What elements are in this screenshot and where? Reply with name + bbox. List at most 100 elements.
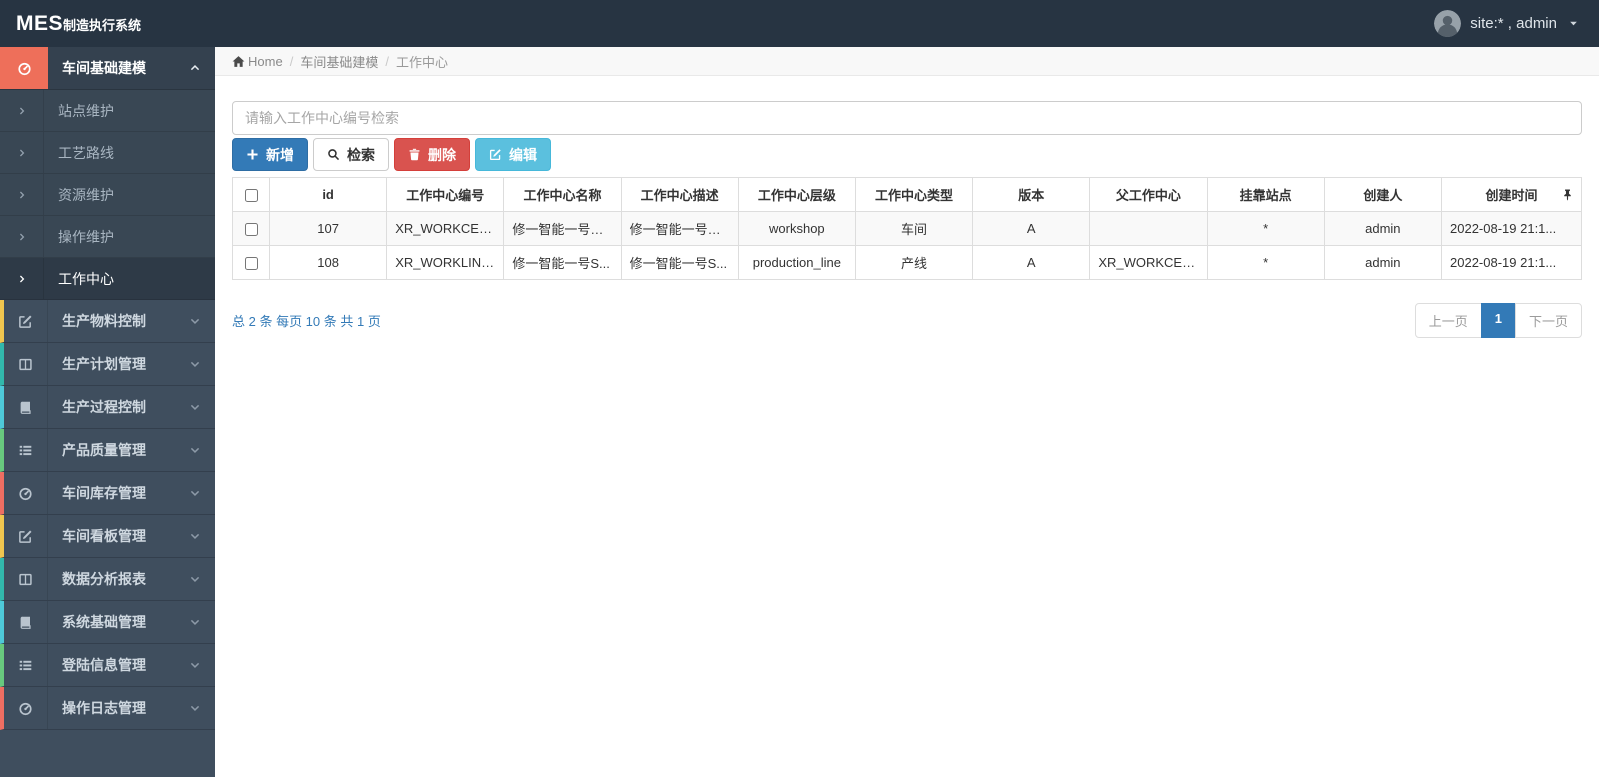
- caret-down-icon: [1568, 18, 1579, 29]
- sidebar-subitem-process-route[interactable]: 工艺路线: [0, 132, 215, 174]
- sidebar-item-plan-management[interactable]: 生产计划管理: [0, 343, 215, 386]
- sidebar-item-label: 车间基础建模: [62, 60, 146, 76]
- sidebar: 车间基础建模 站点维护 工艺路线 资源维护 操作维护 工作中心 生产物料控制 生…: [0, 47, 215, 777]
- chevron-down-icon: [189, 530, 201, 542]
- chevron-down-icon: [189, 487, 201, 499]
- sidebar-item-workshop-modeling[interactable]: 车间基础建模: [0, 47, 215, 90]
- chevron-up-icon: [189, 62, 201, 74]
- work-center-table: id 工作中心编号 工作中心名称 工作中心描述 工作中心层级 工作中心类型 版本…: [232, 177, 1582, 280]
- user-menu[interactable]: site:* , admin: [1434, 10, 1579, 37]
- table-header-row: id 工作中心编号 工作中心名称 工作中心描述 工作中心层级 工作中心类型 版本…: [232, 177, 1582, 212]
- topbar: MES 制造执行系统 site:* , admin: [0, 0, 1599, 47]
- cell-creator: admin: [1323, 211, 1443, 246]
- cell-creator: admin: [1323, 245, 1443, 280]
- chevron-down-icon: [189, 616, 201, 628]
- main-area: Home / 车间基础建模 / 工作中心 新增 检索 删除: [215, 47, 1599, 777]
- sidebar-subitem-label: 资源维护: [58, 186, 114, 203]
- breadcrumb-home[interactable]: Home: [248, 54, 283, 69]
- column-header-creator: 创建人: [1323, 177, 1443, 212]
- cell-type: 车间: [854, 211, 974, 246]
- gauge-icon: [4, 687, 48, 729]
- chevron-down-icon: [189, 358, 201, 370]
- sidebar-item-label: 数据分析报表: [62, 571, 146, 587]
- plus-icon: [246, 148, 259, 161]
- sidebar-subitem-work-center[interactable]: 工作中心: [0, 258, 215, 300]
- user-avatar: [1434, 10, 1462, 37]
- search-button-label: 检索: [347, 146, 375, 163]
- sidebar-item-material-control[interactable]: 生产物料控制: [0, 300, 215, 343]
- sidebar-item-inventory-management[interactable]: 车间库存管理: [0, 472, 215, 515]
- column-header-name: 工作中心名称: [503, 177, 622, 212]
- sidebar-item-process-control[interactable]: 生产过程控制: [0, 386, 215, 429]
- sidebar-item-data-reports[interactable]: 数据分析报表: [0, 558, 215, 601]
- cell-level: workshop: [737, 211, 856, 246]
- search-input[interactable]: [232, 101, 1582, 135]
- breadcrumb: Home / 车间基础建模 / 工作中心: [215, 47, 1599, 76]
- toolbar: 新增 检索 删除 编辑: [232, 138, 1582, 171]
- column-header-create-time: 创建时间: [1441, 177, 1582, 212]
- sidebar-item-login-info-management[interactable]: 登陆信息管理: [0, 644, 215, 687]
- chevron-down-icon: [189, 659, 201, 671]
- app-logo[interactable]: MES 制造执行系统: [16, 12, 141, 36]
- column-header-code: 工作中心编号: [386, 177, 505, 212]
- cell-description: 修一智能一号S...: [620, 245, 739, 280]
- select-all-checkbox[interactable]: [244, 189, 258, 203]
- sidebar-subitem-label: 操作维护: [58, 228, 114, 245]
- sidebar-subitem-label: 工作中心: [58, 270, 114, 287]
- sidebar-item-system-management[interactable]: 系统基础管理: [0, 601, 215, 644]
- column-header-create-time-label: 创建时间: [1485, 188, 1538, 203]
- breadcrumb-workshop-modeling[interactable]: 车间基础建模: [300, 52, 378, 71]
- row-checkbox[interactable]: [244, 223, 258, 237]
- breadcrumb-separator: /: [385, 53, 389, 69]
- brand-mes: MES: [16, 11, 64, 35]
- pencil-square-icon: [4, 300, 48, 342]
- cell-station: *: [1206, 211, 1325, 246]
- sidebar-item-operation-log-management[interactable]: 操作日志管理: [0, 687, 215, 730]
- add-button[interactable]: 新增: [232, 138, 308, 171]
- add-button-label: 新增: [266, 146, 294, 163]
- cell-parent: XR_WORKCEN...: [1089, 245, 1208, 280]
- prev-page-button[interactable]: 上一页: [1414, 303, 1482, 338]
- sidebar-subitem-label: 站点维护: [58, 102, 114, 119]
- table-row: 107 XR_WORKCEN... 修一智能一号车间 修一智能一号车间 work…: [232, 211, 1582, 246]
- chevron-right-icon: [0, 132, 44, 173]
- gauge-icon: [0, 47, 48, 89]
- edit-button-label: 编辑: [509, 146, 537, 163]
- columns-icon: [4, 343, 48, 385]
- column-header-level: 工作中心层级: [737, 177, 856, 212]
- cell-id: 108: [268, 245, 388, 280]
- current-page-button[interactable]: 1: [1480, 303, 1516, 338]
- search-icon: [327, 148, 340, 161]
- home-icon: [232, 55, 245, 68]
- sidebar-item-label: 生产过程控制: [62, 399, 146, 415]
- column-header-type: 工作中心类型: [854, 177, 974, 212]
- brand-suffix: 制造执行系统: [63, 17, 142, 33]
- sidebar-subitem-site-maintenance[interactable]: 站点维护: [0, 90, 215, 132]
- cell-create-time: 2022-08-19 21:1...: [1441, 245, 1582, 280]
- column-header-station: 挂靠站点: [1206, 177, 1325, 212]
- sidebar-subitem-resource-maintenance[interactable]: 资源维护: [0, 174, 215, 216]
- next-page-button[interactable]: 下一页: [1514, 303, 1582, 338]
- delete-button[interactable]: 删除: [394, 138, 470, 171]
- cell-parent: [1089, 211, 1208, 246]
- pin-icon[interactable]: [1561, 188, 1574, 201]
- chevron-down-icon: [189, 444, 201, 456]
- book-icon: [4, 386, 48, 428]
- search-button[interactable]: 检索: [313, 138, 389, 171]
- sidebar-subitem-label: 工艺路线: [58, 144, 114, 161]
- pencil-square-icon: [4, 515, 48, 557]
- row-checkbox[interactable]: [244, 257, 258, 271]
- cell-description: 修一智能一号车间: [620, 211, 739, 246]
- cell-level: production_line: [737, 245, 856, 280]
- sidebar-item-quality-management[interactable]: 产品质量管理: [0, 429, 215, 472]
- gauge-icon: [4, 472, 48, 514]
- cell-create-time: 2022-08-19 21:1...: [1441, 211, 1582, 246]
- sidebar-subitem-operation-maintenance[interactable]: 操作维护: [0, 216, 215, 258]
- chevron-down-icon: [189, 401, 201, 413]
- chevron-right-icon: [0, 90, 44, 131]
- edit-button[interactable]: 编辑: [475, 138, 551, 171]
- delete-button-label: 删除: [428, 146, 456, 163]
- sidebar-item-kanban-management[interactable]: 车间看板管理: [0, 515, 215, 558]
- list-icon: [4, 429, 48, 471]
- breadcrumb-separator: /: [289, 53, 294, 69]
